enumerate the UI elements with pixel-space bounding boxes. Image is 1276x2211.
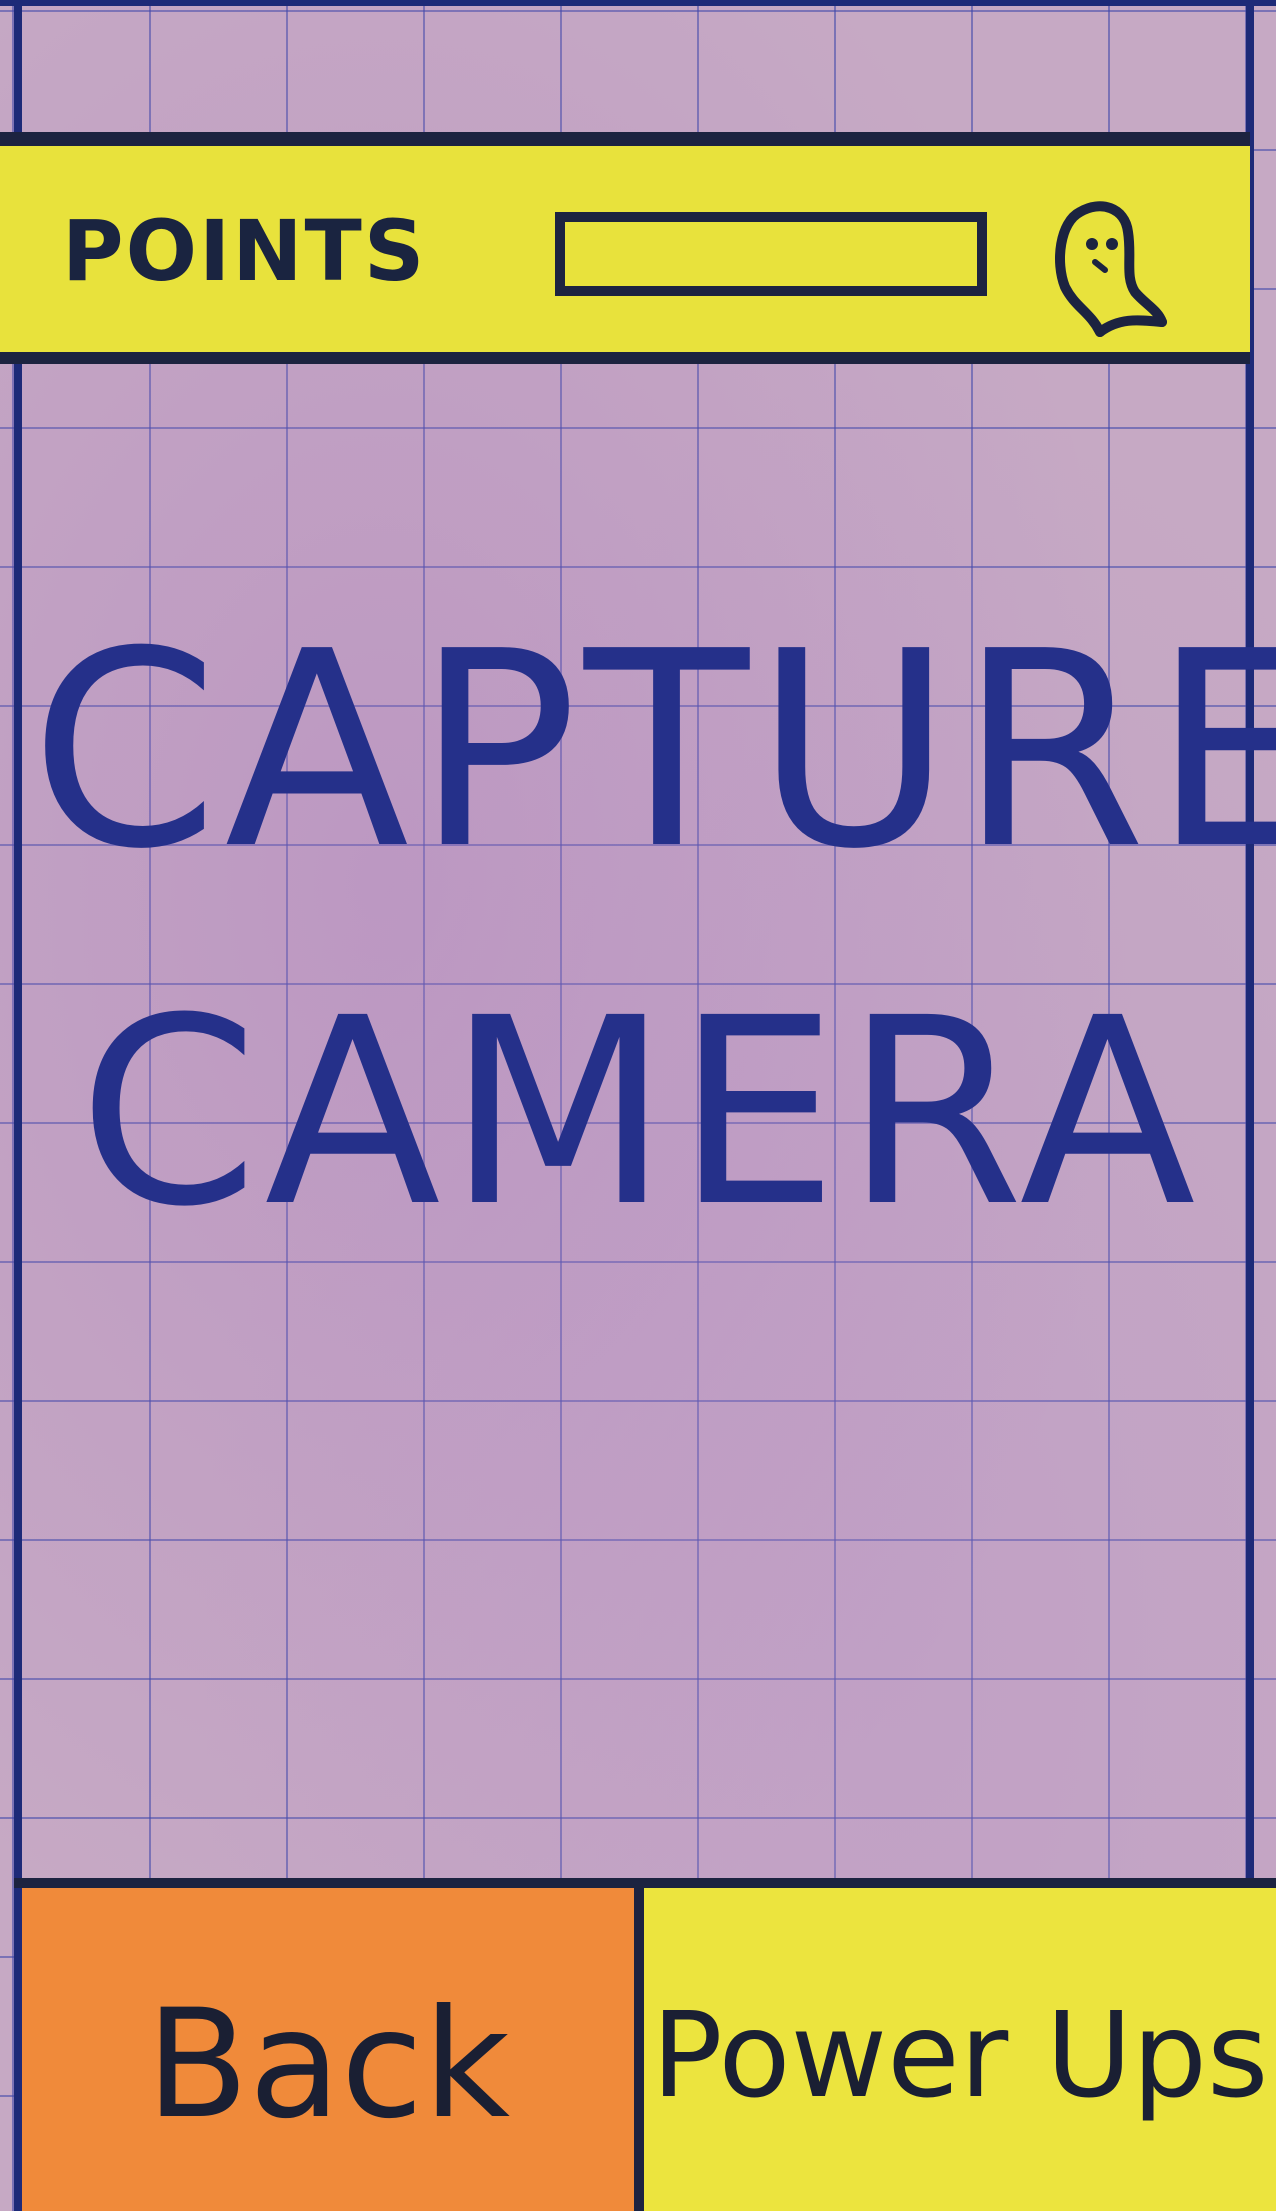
capture-title: CAPTURE bbox=[30, 593, 1276, 908]
camera-title: CAMERA bbox=[78, 963, 1202, 1263]
power-ups-button[interactable]: Power Ups bbox=[644, 1888, 1276, 2211]
top-bar: POINTS bbox=[0, 132, 1250, 364]
user-avatar-icon[interactable] bbox=[1040, 182, 1170, 342]
back-button[interactable]: Back bbox=[14, 1888, 644, 2211]
points-label: POINTS bbox=[62, 202, 427, 300]
bottom-bar: Back Power Ups bbox=[14, 1878, 1276, 2211]
points-progress-bar bbox=[555, 212, 987, 296]
camera-capture-view[interactable]: CAPTURE CAMERA bbox=[30, 364, 1276, 1880]
